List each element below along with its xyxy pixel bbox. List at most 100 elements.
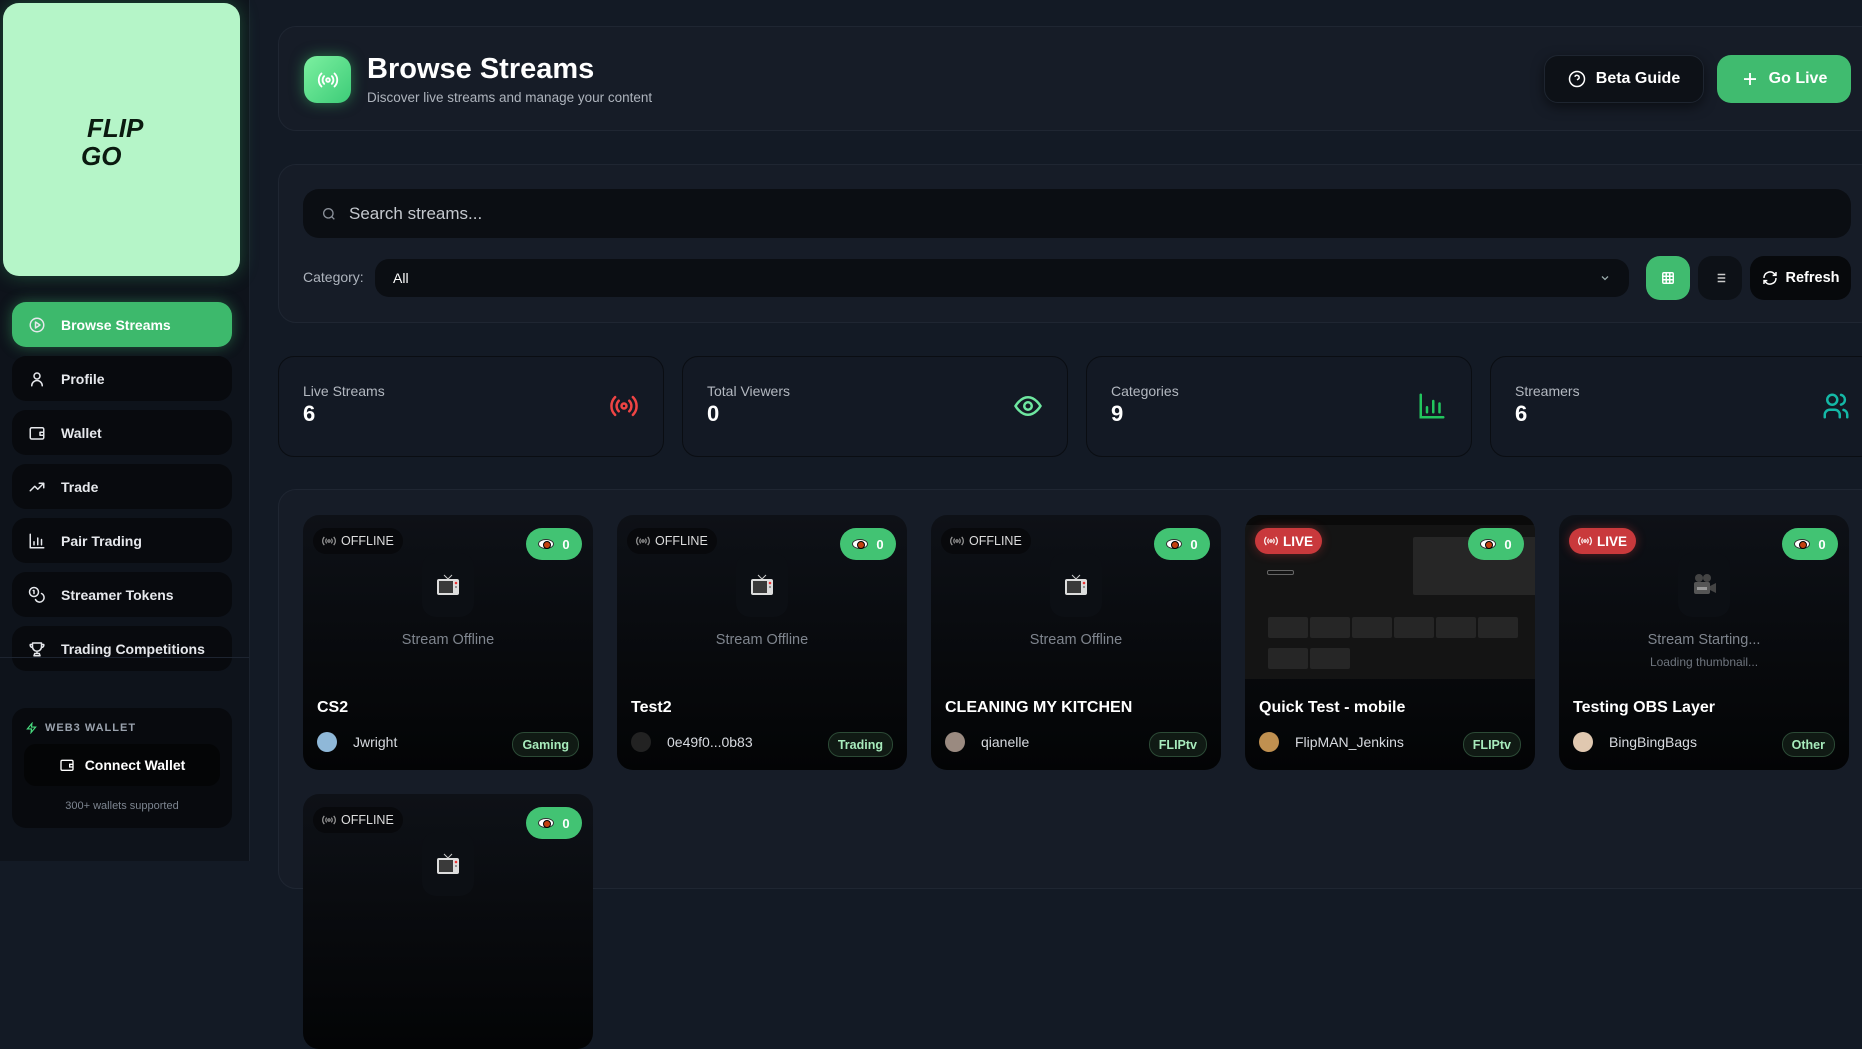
sidebar-item-label: Wallet [61, 424, 102, 441]
search-bar[interactable] [303, 189, 1851, 238]
sidebar: FLIP GO Browse Streams Profile Wallet Trade… [0, 0, 250, 861]
wallet-section-title: WEB3 WALLET [45, 722, 137, 734]
sidebar-item-pair-trading[interactable]: Pair Trading [12, 518, 232, 563]
page-subtitle: Discover live streams and manage your co… [367, 90, 653, 105]
author-name: BingBingBags [1609, 734, 1697, 750]
stream-title: CLEANING MY KITCHEN [945, 699, 1133, 716]
author-name: FlipMAN_Jenkins [1295, 734, 1404, 750]
plus-icon [1743, 73, 1756, 85]
category-tag[interactable]: Other [1781, 732, 1835, 757]
tv-icon [437, 853, 459, 874]
svg-text:FLIP: FLIP [87, 113, 144, 143]
stream-card[interactable]: Stream Offline OFFLINE 0 CS2 Jwright Gami… [303, 515, 593, 770]
wallet-note: 300+ wallets supported [65, 800, 179, 812]
bar-chart-icon [1419, 393, 1445, 419]
tv-icon [1065, 574, 1087, 595]
eye-icon [1794, 539, 1811, 549]
sidebar-item-label: Streamer Tokens [61, 586, 174, 603]
grid-icon [1662, 272, 1674, 284]
sidebar-item-trading-competitions[interactable]: Trading Competitions [12, 626, 232, 671]
coins-icon [28, 586, 45, 603]
stat-label: Live Streams [303, 383, 385, 399]
thumbnail-placeholder [422, 553, 474, 617]
search-input[interactable] [349, 203, 1749, 224]
sidebar-item-trade[interactable]: Trade [12, 464, 232, 509]
stream-author[interactable]: Jwright [317, 732, 397, 752]
list-view-button[interactable] [1698, 256, 1742, 300]
avatar [945, 732, 965, 752]
placeholder-text: Stream Offline [1029, 632, 1123, 648]
wallet-icon [29, 426, 45, 440]
stat-card-streamers: Streamers 6 [1490, 356, 1862, 457]
stream-author[interactable]: BingBingBags [1573, 732, 1697, 752]
stream-author[interactable]: FlipMAN_Jenkins [1259, 732, 1404, 752]
flipgo-logo-icon: FLIP GO [81, 113, 144, 170]
thumbnail-placeholder [1050, 553, 1102, 617]
refresh-button[interactable]: Refresh [1750, 256, 1851, 300]
eye-icon [538, 539, 555, 549]
list-icon [1714, 273, 1726, 283]
movie-camera-icon [1694, 574, 1716, 594]
users-icon [1823, 393, 1849, 419]
stream-title: Quick Test - mobile [1259, 699, 1406, 716]
stream-card[interactable]: Stream Offline OFFLINE 0 CLEANING MY KITC… [931, 515, 1221, 770]
viewer-count-badge: 0 [526, 528, 582, 560]
sidebar-item-label: Trade [61, 478, 99, 495]
sidebar-item-profile[interactable]: Profile [12, 356, 232, 401]
tv-icon [437, 574, 459, 595]
category-select[interactable]: All [375, 259, 1629, 297]
stat-value: 9 [1111, 401, 1124, 426]
stream-card[interactable]: Stream Offline OFFLINE 0 Test2 0e49f0...0… [617, 515, 907, 770]
stream-author[interactable]: 0e49f0...0b83 [631, 732, 753, 752]
web3-wallet-panel: WEB3 WALLET Connect Wallet 300+ wallets … [12, 708, 232, 828]
eye-icon [538, 818, 555, 828]
sidebar-item-browse-streams[interactable]: Browse Streams [12, 302, 232, 347]
category-tag[interactable]: Gaming [512, 732, 579, 757]
logo[interactable]: FLIP GO [3, 3, 240, 276]
beta-guide-button[interactable]: Beta Guide [1544, 55, 1704, 103]
stream-card[interactable]: OFFLINE 0 [303, 794, 593, 1049]
author-name: 0e49f0...0b83 [667, 734, 753, 750]
svg-text:GO: GO [81, 141, 121, 170]
status-label: OFFLINE [969, 534, 1022, 548]
eye-icon [852, 539, 869, 549]
thumbnail-placeholder [422, 832, 474, 896]
status-badge: LIVE [1255, 528, 1323, 554]
stream-card[interactable]: Stream Starting... Loading thumbnail... L… [1559, 515, 1849, 770]
broadcast-icon [322, 536, 336, 546]
status-badge: OFFLINE [313, 528, 403, 554]
viewer-count-badge: 0 [526, 807, 582, 839]
category-tag[interactable]: FLIPtv [1148, 732, 1207, 757]
broadcast-icon [304, 56, 351, 103]
broadcast-icon [1264, 536, 1278, 546]
sidebar-item-streamer-tokens[interactable]: Streamer Tokens [12, 572, 232, 617]
grid-view-button[interactable] [1646, 256, 1690, 300]
stat-label: Total Viewers [707, 383, 791, 399]
divider [0, 657, 249, 658]
avatar [631, 732, 651, 752]
trending-up-icon [29, 482, 45, 491]
eye-icon [1014, 395, 1042, 417]
status-label: OFFLINE [655, 534, 708, 548]
author-name: Jwright [353, 734, 398, 750]
status-badge: LIVE [1569, 528, 1637, 554]
category-tag[interactable]: FLIPtv [1462, 732, 1521, 757]
connect-wallet-button[interactable]: Connect Wallet [24, 744, 220, 786]
stat-label: Categories [1111, 383, 1179, 399]
viewer-count: 0 [1818, 536, 1826, 552]
stream-card[interactable]: LIVE 0 Quick Test - mobile FlipMAN_Jenkin… [1245, 515, 1535, 770]
viewer-count: 0 [1190, 536, 1198, 552]
category-tag[interactable]: Trading [827, 732, 893, 757]
stream-title: Test2 [631, 699, 672, 716]
bar-chart-icon [29, 533, 45, 548]
viewer-count: 0 [562, 536, 570, 552]
placeholder-subtext: Loading thumbnail... [1649, 655, 1759, 669]
eye-icon [1166, 539, 1183, 549]
sidebar-item-wallet[interactable]: Wallet [12, 410, 232, 455]
status-label: LIVE [1597, 533, 1628, 549]
user-icon [31, 371, 43, 386]
broadcast-icon [322, 815, 336, 825]
go-live-button[interactable]: Go Live [1717, 55, 1851, 103]
viewer-count-badge: 0 [1468, 528, 1524, 560]
stream-author[interactable]: qianelle [945, 732, 1029, 752]
